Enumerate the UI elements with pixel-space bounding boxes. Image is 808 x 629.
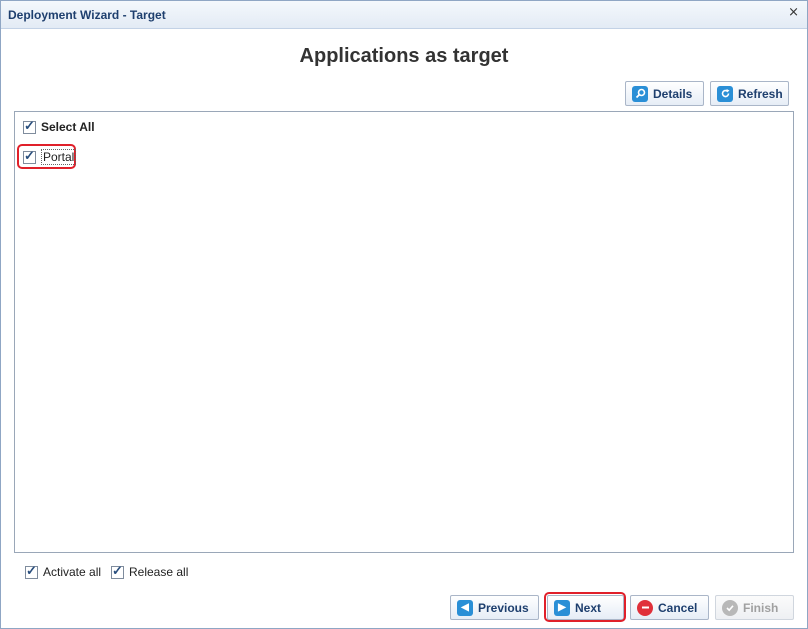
window-title: Deployment Wizard - Target [8, 8, 166, 22]
close-icon[interactable]: × [788, 5, 799, 20]
refresh-icon [717, 85, 733, 102]
select-all-label: Select All [41, 120, 95, 134]
select-all-checkbox[interactable]: Select All [23, 118, 95, 134]
previous-label: Previous [478, 600, 529, 615]
list-item-portal[interactable]: Portal [23, 148, 77, 165]
portal-check-icon [23, 148, 36, 164]
release-all-check-icon [111, 563, 124, 579]
applications-list-panel: Select All Portal [14, 111, 794, 553]
activate-all-check-icon [25, 563, 38, 579]
release-all-checkbox[interactable]: Release all [111, 563, 189, 579]
cancel-label: Cancel [658, 600, 698, 615]
refresh-label: Refresh [738, 86, 783, 101]
activate-all-label: Activate all [43, 565, 102, 579]
cancel-icon [637, 599, 653, 616]
cancel-button[interactable]: Cancel [630, 595, 709, 620]
magnifier-icon [632, 85, 648, 102]
release-all-label: Release all [129, 565, 189, 579]
previous-button[interactable]: ◀ Previous [450, 595, 539, 620]
next-highlight-box [544, 592, 626, 622]
refresh-button[interactable]: Refresh [710, 81, 789, 106]
page-title: Applications as target [299, 45, 509, 67]
details-label: Details [653, 86, 693, 101]
finish-button[interactable]: Finish [715, 595, 794, 620]
details-button[interactable]: Details [625, 81, 704, 106]
finish-check-icon [722, 599, 738, 616]
arrow-left-icon: ◀ [457, 599, 473, 616]
select-all-check-icon [23, 118, 36, 134]
portal-label: Portal [41, 149, 77, 165]
deployment-wizard-window: Deployment Wizard - Target × Application… [0, 0, 808, 629]
activate-all-checkbox[interactable]: Activate all [25, 563, 102, 579]
finish-label: Finish [743, 600, 779, 615]
title-bar: Deployment Wizard - Target × [1, 1, 807, 29]
